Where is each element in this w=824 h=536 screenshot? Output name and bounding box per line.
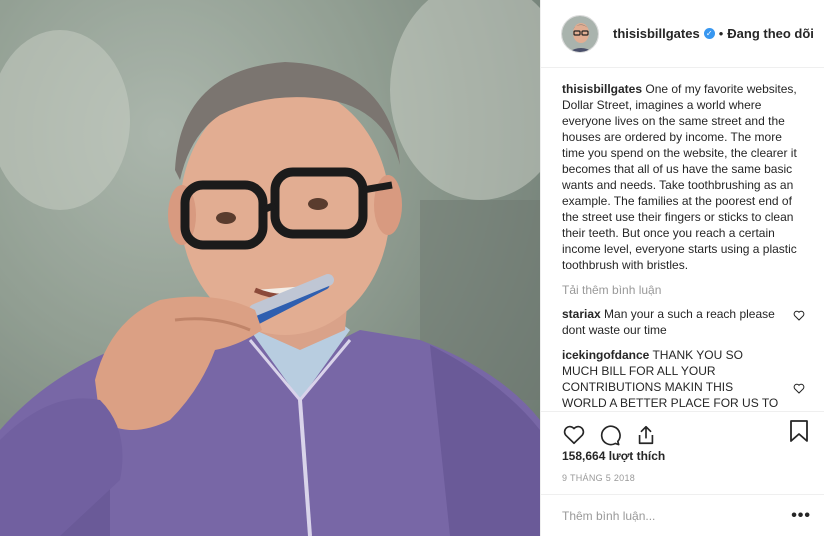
caption-username[interactable]: thisisbillgates: [562, 82, 642, 96]
post-header: thisisbillgates ✓ • Đang theo dõi: [541, 0, 824, 68]
comment-like-heart-icon[interactable]: [793, 310, 805, 321]
more-options-icon[interactable]: •••: [791, 507, 811, 525]
add-comment-input[interactable]: [562, 508, 782, 523]
bookmark-icon: [790, 420, 808, 442]
avatar[interactable]: [561, 14, 599, 53]
likes-count[interactable]: 158,664 lượt thích: [562, 449, 665, 463]
caption-text: One of my favorite websites, Dollar Stre…: [562, 82, 797, 272]
comment-item: stariax Man your a such a reach please d…: [562, 306, 805, 338]
photo-man-brushing-teeth: [0, 0, 540, 536]
post-date[interactable]: 9 THÁNG 5 2018: [562, 473, 635, 483]
instagram-post: thisisbillgates ✓ • Đang theo dõi thisis…: [0, 0, 824, 536]
load-more-comments-button[interactable]: Tải thêm bình luận: [562, 283, 805, 297]
save-button[interactable]: [789, 419, 811, 443]
comment-button[interactable]: [597, 422, 623, 448]
comment-bubble-icon: [600, 425, 621, 445]
comment-item: icekingofdance THANK YOU SO MUCH BILL FO…: [562, 347, 805, 411]
comments-list[interactable]: thisisbillgates One of my favorite websi…: [541, 69, 824, 411]
post-photo[interactable]: [0, 0, 540, 536]
share-button[interactable]: [633, 422, 659, 448]
comment-username[interactable]: stariax: [562, 307, 601, 321]
header-username[interactable]: thisisbillgates: [613, 26, 700, 41]
heart-icon: [563, 425, 585, 444]
post-side-panel: thisisbillgates ✓ • Đang theo dõi thisis…: [540, 0, 824, 536]
comment-like-heart-icon[interactable]: [793, 383, 805, 394]
post-caption: thisisbillgates One of my favorite websi…: [562, 81, 805, 273]
follow-status-button[interactable]: Đang theo dõi: [727, 26, 814, 41]
like-button[interactable]: [561, 422, 587, 448]
action-bar: [541, 411, 824, 451]
comment-username[interactable]: icekingofdance: [562, 348, 649, 362]
share-icon: [638, 425, 654, 444]
header-separator: •: [718, 26, 724, 41]
verified-check-icon: ✓: [703, 28, 715, 39]
add-comment-bar: •••: [541, 494, 824, 536]
avatar-image: [562, 15, 598, 52]
